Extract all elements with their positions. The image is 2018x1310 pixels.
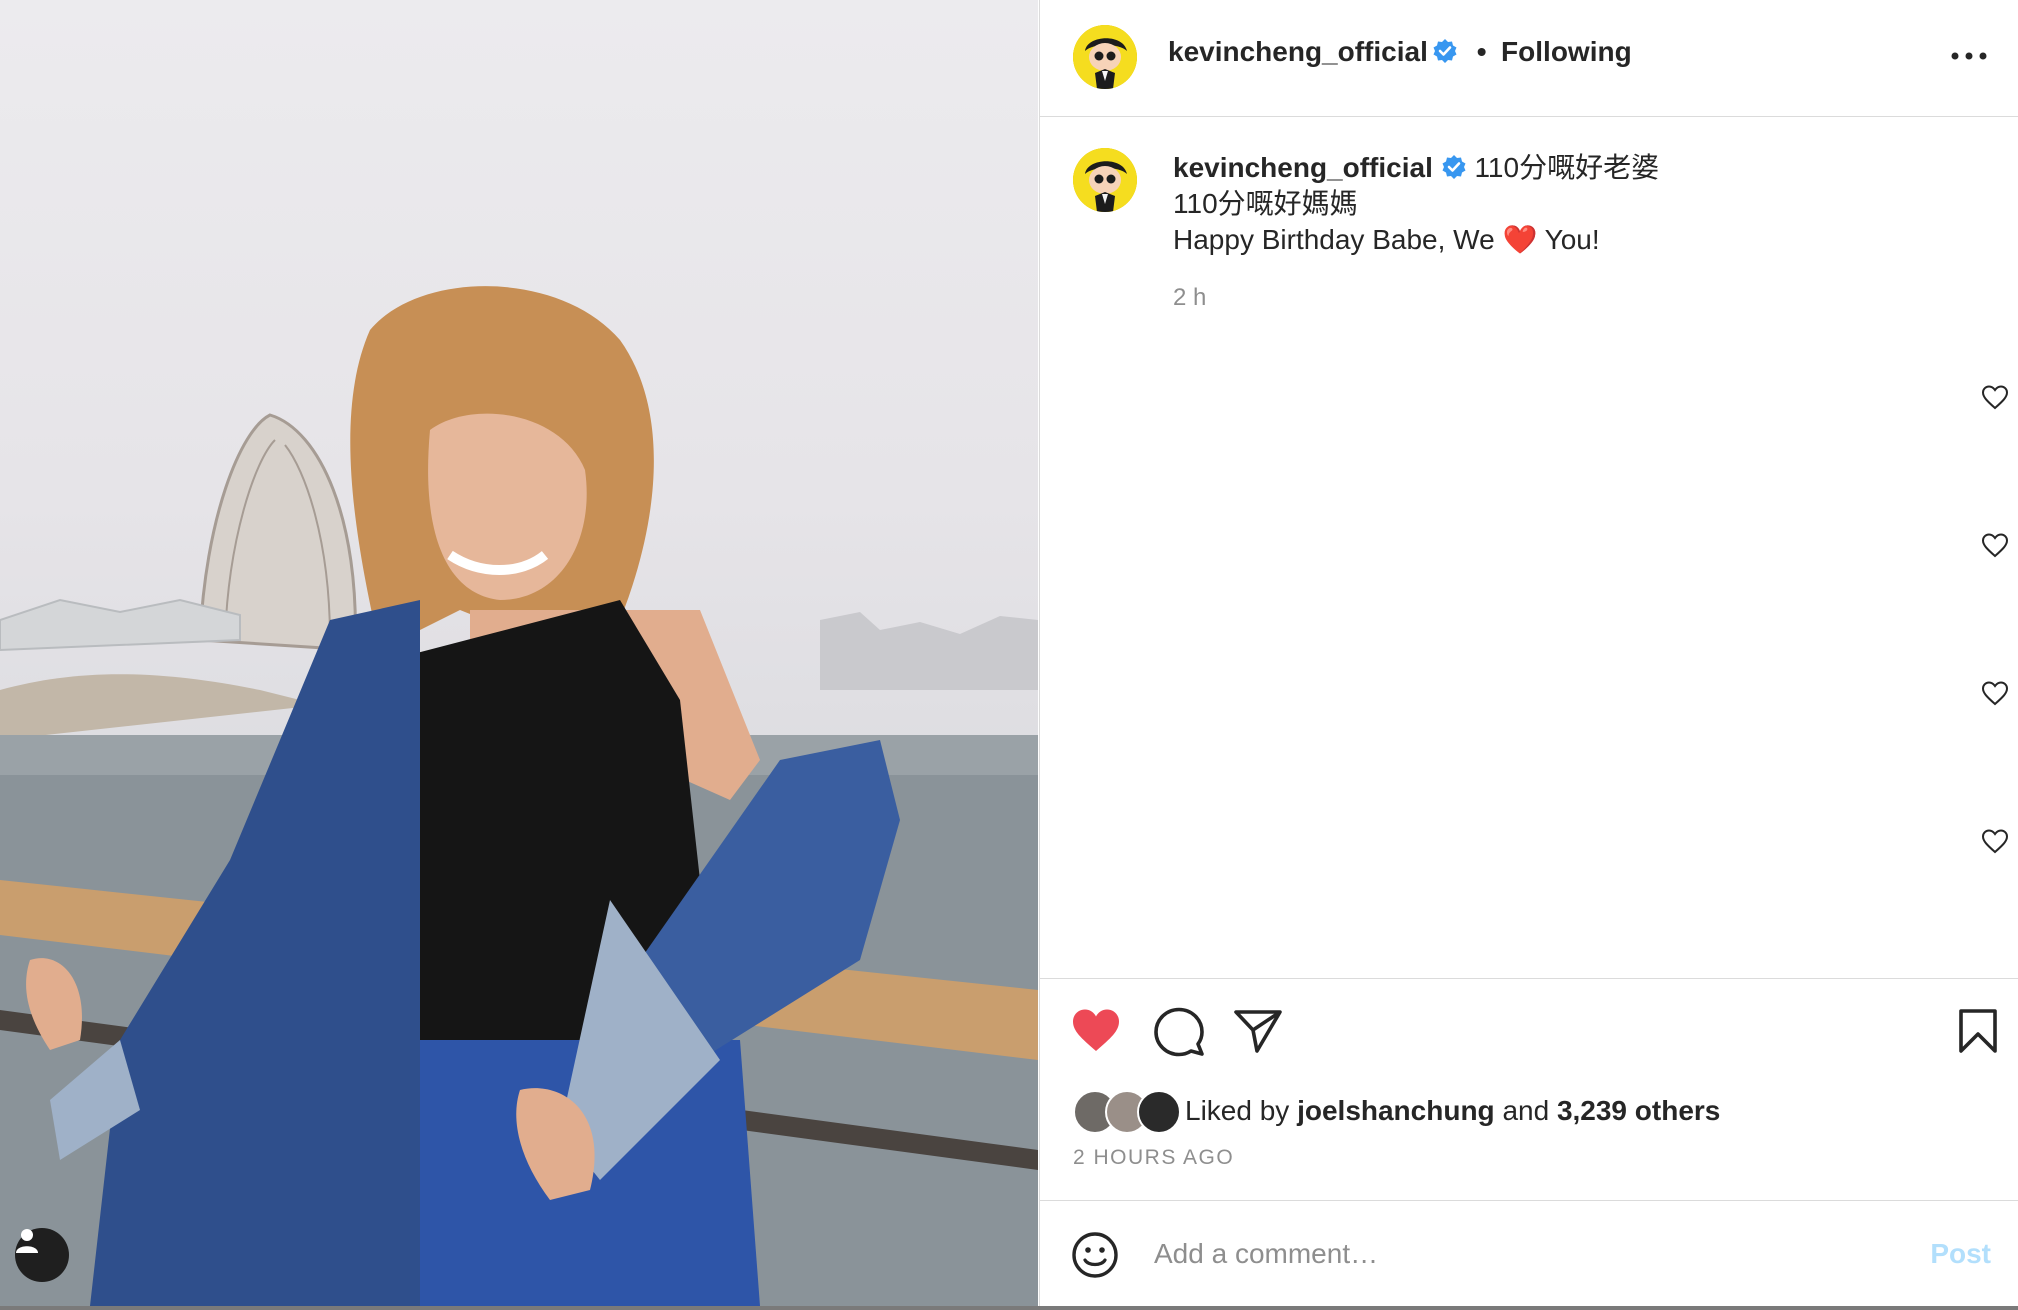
more-options-icon[interactable]	[1949, 40, 1989, 70]
emoji-icon[interactable]	[1071, 1231, 1119, 1279]
header-separator: •	[1476, 36, 1487, 67]
caption: kevincheng_official 110分嘅好老婆 110分嘅好媽媽 Ha…	[1173, 150, 1973, 316]
post-photo[interactable]	[0, 0, 1038, 1306]
comment-icon[interactable]	[1153, 1006, 1205, 1058]
comment-bar: Post	[1040, 1200, 2018, 1307]
liked-by-user[interactable]: joelshanchung	[1297, 1095, 1495, 1127]
caption-time[interactable]: 2 h	[1173, 280, 1973, 316]
liked-by-and: and	[1502, 1095, 1550, 1126]
liked-by-prefix: Liked by	[1185, 1095, 1290, 1126]
comment-like-heart-icon[interactable]	[1981, 828, 2009, 854]
caption-username[interactable]: kevincheng_official	[1173, 152, 1433, 183]
heart-icon[interactable]	[1070, 1006, 1122, 1054]
caption-line-3-start: Happy Birthday Babe, We	[1173, 224, 1503, 255]
verified-badge-icon	[1442, 155, 1466, 179]
actions-divider	[1040, 978, 2018, 979]
header-username[interactable]: kevincheng_official	[1168, 36, 1428, 67]
photo-illustration	[0, 286, 1038, 1306]
author-avatar[interactable]	[1073, 25, 1137, 89]
heart-emoji: ❤️	[1502, 224, 1538, 255]
avatar-illustration	[1073, 148, 1137, 212]
user-tag-button[interactable]	[15, 1228, 69, 1282]
liker-avatar	[1137, 1090, 1181, 1134]
comment-like-heart-icon[interactable]	[1981, 384, 2009, 410]
caption-line-3-end: You!	[1537, 224, 1600, 255]
caption-line-3: Happy Birthday Babe, We ❤️ You!	[1173, 222, 1973, 258]
caption-line-2: 110分嘅好媽媽	[1173, 188, 1358, 219]
caption-author-avatar[interactable]	[1073, 148, 1137, 212]
header-meta: kevincheng_official • Following	[1168, 36, 1632, 68]
share-icon[interactable]	[1233, 1008, 1283, 1054]
comment-like-heart-icon[interactable]	[1981, 680, 2009, 706]
post-header: kevincheng_official • Following	[1040, 0, 2018, 117]
following-button[interactable]: Following	[1501, 36, 1632, 67]
post-timestamp[interactable]: 2 HOURS AGO	[1073, 1146, 1234, 1170]
verified-badge-icon	[1433, 39, 1457, 63]
comment-like-heart-icon[interactable]	[1981, 532, 2009, 558]
comment-input[interactable]	[1152, 1229, 1856, 1279]
user-tag-icon	[16, 1229, 38, 1253]
bookmark-icon[interactable]	[1957, 1008, 1999, 1054]
liked-by-line: Liked by joelshanchung and 3,239 others	[1073, 1090, 1720, 1134]
liked-by-avatars[interactable]	[1073, 1090, 1181, 1134]
avatar-illustration	[1073, 25, 1137, 89]
post-side-panel: kevincheng_official • Following kevinche…	[1039, 0, 2018, 1306]
post-comment-button[interactable]: Post	[1924, 1237, 1997, 1271]
caption-line-1: 110分嘅好老婆	[1474, 152, 1660, 183]
caption-first-line: kevincheng_official 110分嘅好老婆	[1173, 150, 1973, 186]
liked-by-others[interactable]: 3,239 others	[1557, 1095, 1720, 1127]
